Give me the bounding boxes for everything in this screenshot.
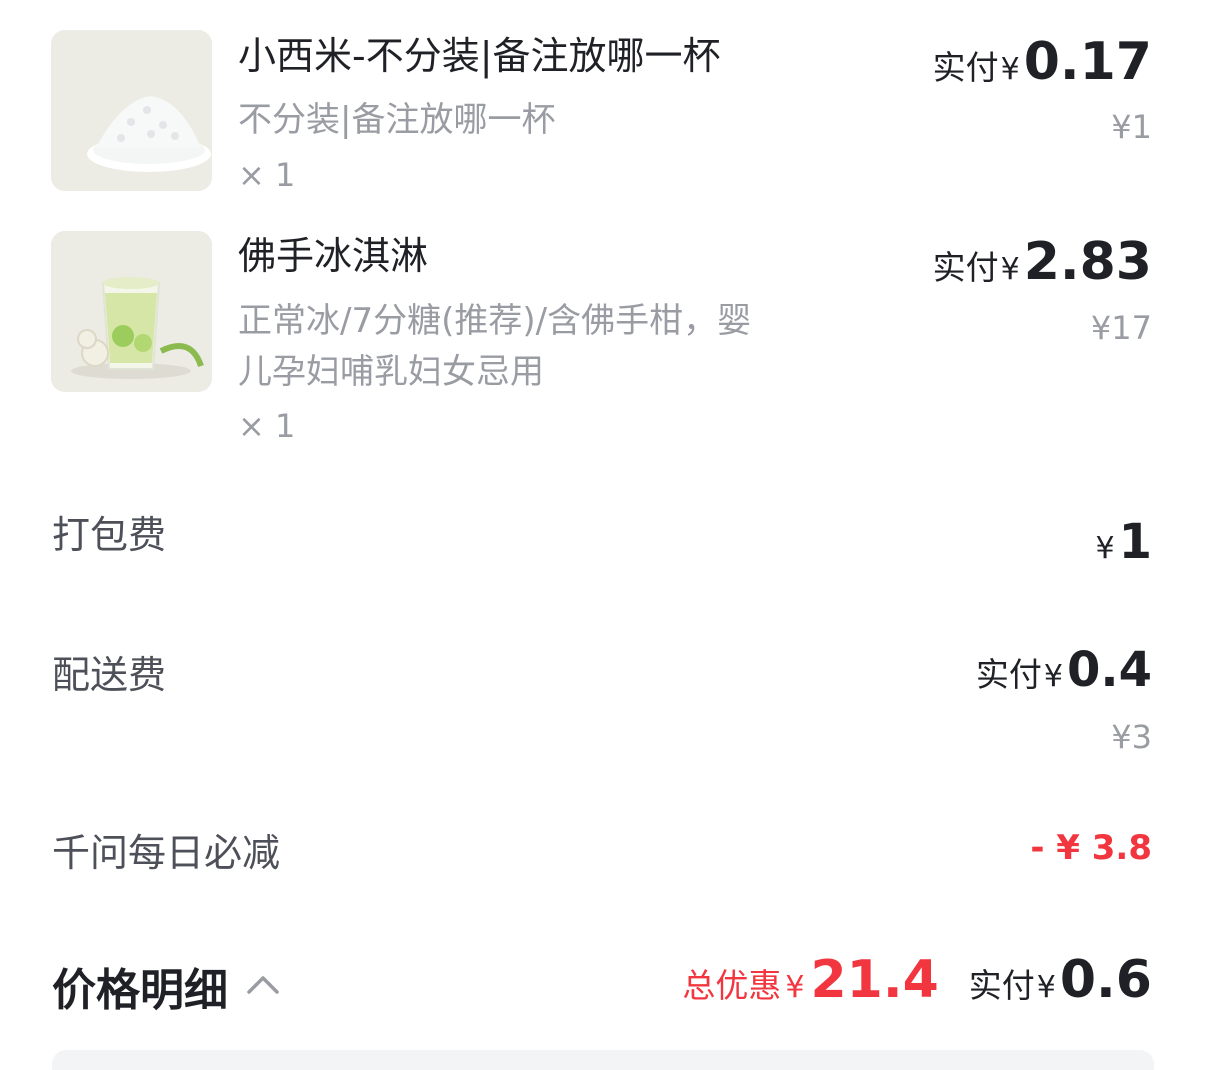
- item-quantity: × 1: [238, 156, 296, 194]
- currency-symbol: ¥: [1095, 531, 1115, 566]
- item-spec: 儿孕妇哺乳妇女忌用: [238, 352, 544, 392]
- item-name: 小西米-不分装|备注放哪一杯: [238, 34, 721, 78]
- delivery-fee-original: ¥3: [1111, 718, 1152, 756]
- delivery-fee-paid: 实付¥0.4: [976, 642, 1152, 698]
- item-paid-price: 实付¥0.17: [933, 32, 1152, 92]
- packing-fee-amount: 1: [1118, 514, 1152, 570]
- delivery-fee-label: 配送费: [52, 653, 167, 697]
- bergamot-ice-cream-image: [51, 231, 212, 392]
- item-name: 佛手冰淇淋: [238, 234, 429, 278]
- daily-discount-label: 千问每日必减: [52, 831, 281, 875]
- packing-fee-label: 打包费: [52, 513, 167, 557]
- paid-label: 实付: [975, 655, 1042, 694]
- chevron-up-icon: [246, 973, 280, 999]
- total-discount-amount: 21.4: [810, 950, 939, 1010]
- total-discount-label: 总优惠: [682, 966, 782, 1005]
- paid-label: 实付: [968, 966, 1035, 1005]
- currency-symbol: ¥: [1000, 52, 1020, 87]
- packing-fee-value: ¥1: [1094, 514, 1153, 570]
- sago-pearls-image: [51, 30, 212, 191]
- item-paid-price: 实付¥2.83: [933, 232, 1152, 292]
- item-spec: 不分装|备注放哪一杯: [238, 100, 556, 140]
- daily-discount-value: - ¥ 3.8: [1030, 828, 1152, 868]
- summary-totals: 总优惠 ¥ 21.4 实付 ¥ 0.6: [682, 950, 1152, 1010]
- price-detail-title: 价格明细: [52, 965, 228, 1016]
- currency-symbol: ¥: [1043, 659, 1063, 694]
- paid-amount: 0.17: [1023, 32, 1152, 92]
- bottom-panel-edge: [52, 1050, 1154, 1070]
- paid-label: 实付: [932, 48, 999, 87]
- paid-amount: 2.83: [1023, 232, 1152, 292]
- item-original-price: ¥1: [1111, 108, 1152, 146]
- currency-symbol: ¥: [1000, 252, 1020, 287]
- total-paid-amount: 0.6: [1059, 950, 1152, 1010]
- delivery-fee-amount: 0.4: [1066, 642, 1152, 698]
- item-quantity: × 1: [238, 407, 296, 445]
- currency-symbol: ¥: [785, 970, 805, 1005]
- currency-symbol: ¥: [1036, 970, 1056, 1005]
- paid-label: 实付: [932, 248, 999, 287]
- price-detail-toggle[interactable]: 价格明细: [52, 954, 280, 1018]
- item-spec: 正常冰/7分糖(推荐)/含佛手柑，婴: [238, 301, 752, 341]
- item-original-price: ¥17: [1090, 309, 1152, 347]
